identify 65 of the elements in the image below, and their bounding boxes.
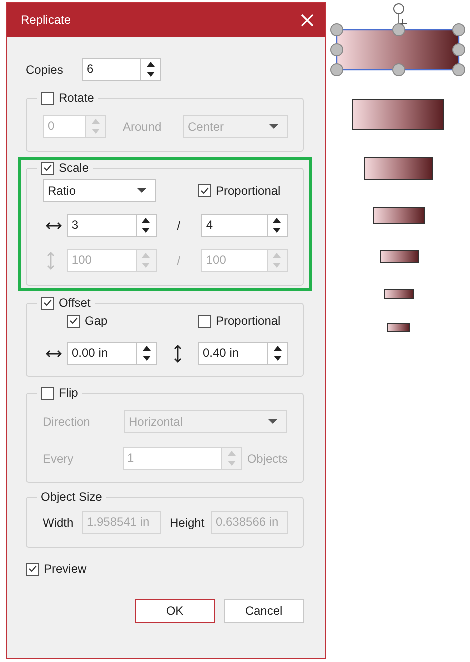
close-icon (300, 14, 314, 26)
checkbox[interactable] (198, 184, 211, 197)
down-triangle-icon (228, 461, 236, 466)
spin-box[interactable]: 4 (201, 214, 288, 237)
down-triangle-icon (274, 356, 282, 362)
field-label: Height (170, 514, 206, 532)
text-field: 1.958541 in (82, 511, 161, 534)
dialog-button[interactable]: Cancel (224, 599, 304, 623)
checkbox-label[interactable]: Preview (44, 560, 87, 578)
caret-icon (269, 124, 279, 129)
up-triangle-icon (146, 62, 154, 67)
check-icon (42, 298, 52, 308)
checkbox[interactable] (67, 314, 80, 328)
caret-icon (268, 419, 278, 424)
vertical-arrow-icon (172, 344, 182, 362)
checkbox[interactable] (26, 562, 39, 576)
check-icon (68, 316, 78, 326)
text-field: 0.638566 in (211, 511, 288, 534)
checkbox-label[interactable]: Proportional (216, 182, 281, 200)
checkbox[interactable] (41, 386, 54, 400)
spin-box[interactable]: 6 (82, 58, 161, 81)
caret-icon (137, 188, 147, 193)
spin-box[interactable]: 0.00 in (67, 342, 157, 365)
dropdown[interactable]: Ratio (43, 179, 156, 202)
window-title: Replicate (21, 12, 72, 29)
down-triangle-icon (92, 129, 100, 134)
close-button[interactable] (299, 12, 315, 28)
up-triangle-icon (92, 118, 100, 124)
vertical-arrow-icon (46, 252, 56, 270)
down-triangle-icon (142, 263, 150, 268)
field-label: Every (43, 450, 75, 468)
checkbox[interactable] (41, 92, 54, 104)
check-icon (28, 564, 38, 574)
checkbox-label[interactable]: Gap (85, 312, 108, 330)
field-label: Around (123, 118, 163, 136)
check-icon (200, 186, 210, 196)
down-triangle-icon (146, 72, 154, 78)
checkbox[interactable] (41, 162, 54, 174)
separator-label: / (176, 218, 182, 234)
down-triangle-icon (142, 356, 150, 362)
down-triangle-icon (273, 228, 282, 234)
up-triangle-icon (142, 252, 150, 258)
field-label: Objects (247, 450, 288, 468)
spin-box[interactable]: 3 (66, 214, 157, 237)
up-triangle-icon (274, 346, 282, 351)
up-triangle-icon (142, 346, 150, 351)
dialog-button[interactable]: OK (135, 599, 215, 623)
group-title: Object Size (41, 489, 102, 506)
checkbox-label[interactable]: Proportional (216, 312, 281, 330)
checkbox[interactable] (41, 296, 54, 310)
up-triangle-icon (228, 450, 236, 456)
checkbox[interactable] (198, 314, 211, 328)
down-triangle-icon (273, 263, 282, 268)
field-label: Direction (43, 414, 92, 430)
up-triangle-icon (273, 218, 282, 223)
up-triangle-icon (273, 252, 282, 258)
field-label: Copies (26, 62, 64, 78)
check-icon (42, 163, 52, 173)
spin-box[interactable]: 0.40 in (198, 342, 288, 365)
separator-label: / (176, 252, 182, 270)
horizontal-arrow-icon (46, 220, 62, 230)
up-triangle-icon (142, 218, 150, 223)
horizontal-arrow-icon (46, 348, 62, 358)
field-label: Width (43, 514, 75, 532)
down-triangle-icon (142, 228, 150, 234)
